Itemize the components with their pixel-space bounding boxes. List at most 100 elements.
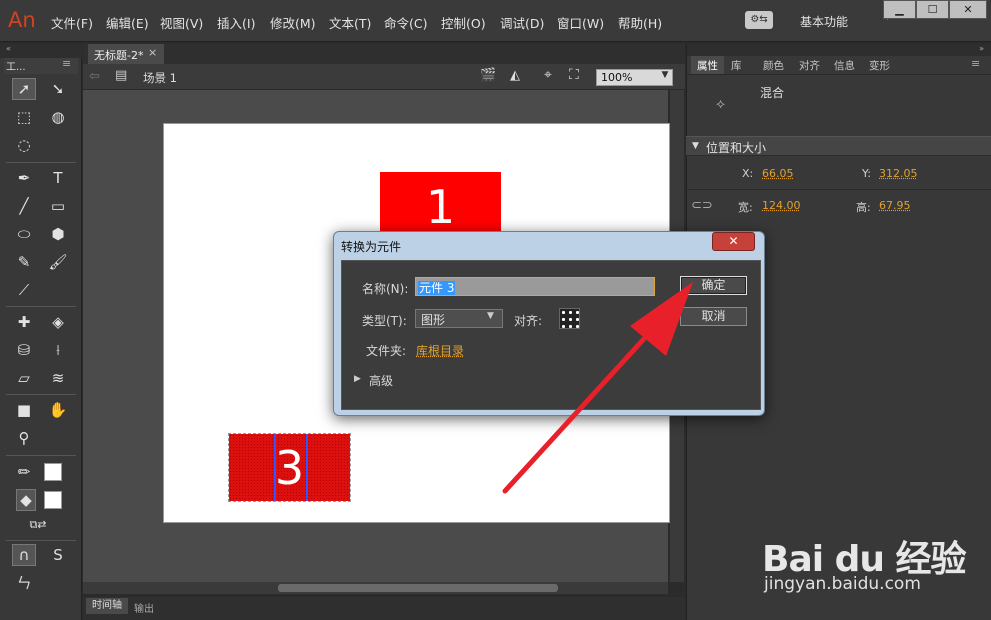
camera-tool-icon[interactable]: ■ — [12, 399, 36, 421]
brush-tool-icon[interactable]: 🖌 — [46, 251, 70, 273]
line-tool-icon[interactable]: ╱ — [12, 195, 36, 217]
menu-commands[interactable]: 命令(C) — [384, 13, 427, 32]
smooth-icon[interactable]: S — [46, 544, 70, 566]
clip-stage-icon[interactable]: ⛶ — [569, 67, 579, 83]
menu-insert[interactable]: 插入(I) — [217, 13, 255, 32]
position-size-title: 位置和大小 — [706, 141, 767, 155]
document-tab-bar — [83, 44, 685, 64]
link-icon[interactable]: ⊂⊃ — [691, 198, 713, 213]
registration-grid-icon[interactable] — [559, 308, 580, 329]
cancel-button[interactable]: 取消 — [680, 307, 747, 326]
eraser-tool-icon[interactable]: ▱ — [12, 367, 36, 389]
scrollbar-thumb[interactable] — [278, 584, 558, 592]
menu-edit[interactable]: 编辑(E) — [106, 13, 149, 32]
hand-tool-icon[interactable]: ✋ — [46, 399, 70, 421]
selection-tool-icon[interactable]: ➚ — [12, 78, 36, 100]
advanced-toggle[interactable]: 高级 — [369, 372, 393, 389]
tab-align[interactable]: 对齐 — [793, 56, 826, 74]
menu-text[interactable]: 文本(T) — [329, 13, 371, 32]
ink-bottle-tool-icon[interactable]: ⛁ — [12, 339, 36, 361]
polystar-tool-icon[interactable]: ⬢ — [46, 223, 70, 245]
chevron-down-icon[interactable]: ▼ — [487, 311, 494, 321]
panel-menu-icon[interactable]: ≡ — [971, 57, 980, 70]
pencil-tool-icon[interactable]: ✎ — [12, 251, 36, 273]
edit-scene-icon[interactable]: 🎬 — [480, 68, 496, 83]
menu-window[interactable]: 窗口(W) — [557, 13, 604, 32]
sync-settings-icon[interactable]: ⚙⇆ — [745, 11, 773, 29]
tool-divider — [6, 394, 76, 395]
tab-properties[interactable]: 属性 — [691, 56, 724, 74]
name-label: 名称(N): — [362, 282, 409, 296]
scene-name[interactable]: 场景 1 — [143, 70, 177, 86]
menu-view[interactable]: 视图(V) — [160, 13, 203, 32]
x-label: X: — [742, 167, 754, 180]
menu-debug[interactable]: 调试(D) — [500, 13, 544, 32]
panel-menu-icon[interactable]: ≡ — [62, 57, 71, 70]
tab-output[interactable]: 输出 — [134, 600, 154, 615]
ok-button[interactable]: 确定 — [680, 276, 747, 295]
back-arrow-icon[interactable]: ⇦ — [89, 69, 100, 84]
collapse-triangle-icon[interactable]: ▼ — [692, 141, 699, 151]
close-tab-icon[interactable]: × — [148, 46, 157, 59]
eyedropper-tool-icon[interactable]: ⟊ — [46, 339, 70, 361]
chevron-down-icon[interactable]: ▼ — [658, 70, 672, 85]
3d-rotation-tool-icon[interactable]: ◍ — [46, 106, 70, 128]
maximize-button[interactable]: ☐ — [916, 0, 949, 19]
tab-divider — [687, 74, 991, 75]
close-window-button[interactable]: ✕ — [949, 0, 987, 19]
panel-expand-icon[interactable]: » — [687, 44, 991, 56]
menu-file[interactable]: 文件(F) — [51, 13, 93, 32]
tool-divider — [6, 306, 76, 307]
swap-colors-icon[interactable]: ⧉⇄ — [26, 514, 50, 536]
center-stage-icon[interactable]: ⌖ — [544, 67, 552, 83]
lasso-tool-icon[interactable]: ◌ — [12, 134, 36, 156]
tab-info[interactable]: 信息 — [828, 56, 861, 74]
selection-handles — [274, 434, 308, 501]
tab-timeline[interactable]: 时间轴 — [86, 598, 128, 614]
y-value[interactable]: 312.05 — [879, 167, 918, 180]
height-label: 高: — [856, 201, 871, 214]
scene-icon: ▤ — [115, 68, 128, 83]
pen-tool-icon[interactable]: ✒ — [12, 167, 36, 189]
tab-color[interactable]: 颜色 — [757, 56, 790, 74]
type-label: 类型(T): — [362, 314, 407, 328]
bone-tool-icon[interactable]: ✚ — [12, 311, 36, 333]
zoom-tool-icon[interactable]: ⚲ — [12, 427, 36, 449]
rectangle-tool-icon[interactable]: ▭ — [46, 195, 70, 217]
menu-control[interactable]: 控制(O) — [441, 13, 486, 32]
folder-link[interactable]: 库根目录 — [416, 342, 464, 359]
subselection-tool-icon[interactable]: ➘ — [46, 78, 70, 100]
fill-color-swatch[interactable] — [44, 491, 62, 509]
height-value[interactable]: 67.95 — [879, 199, 911, 212]
oval-tool-icon[interactable]: ⬭ — [12, 223, 36, 245]
paint-bucket-tool-icon[interactable]: ◈ — [46, 311, 70, 333]
dialog-close-button[interactable]: ✕ — [712, 232, 755, 251]
width-label: 宽: — [738, 201, 753, 214]
dialog-title: 转换为元件 — [341, 240, 402, 254]
tab-library[interactable]: 库 — [725, 56, 748, 74]
stroke-color-icon[interactable]: ✏ — [12, 461, 36, 483]
tab-transform[interactable]: 变形 — [863, 56, 896, 74]
snap-magnet-icon[interactable]: ∩ — [12, 544, 36, 566]
x-value[interactable]: 66.05 — [762, 167, 794, 180]
free-transform-tool-icon[interactable]: ⬚ — [12, 106, 36, 128]
edit-symbol-icon[interactable]: ◭ — [510, 68, 520, 83]
fill-color-icon[interactable]: ◆ — [16, 489, 36, 511]
menu-help[interactable]: 帮助(H) — [618, 13, 662, 32]
stroke-color-swatch[interactable] — [44, 463, 62, 481]
bottom-tab-bar — [83, 597, 685, 620]
y-label: Y: — [862, 167, 871, 180]
paint-brush-tool-icon[interactable]: ⟋ — [12, 279, 36, 301]
symbol-name-input[interactable]: 元件 3 — [415, 277, 655, 296]
menu-modify[interactable]: 修改(M) — [270, 13, 316, 32]
width-value[interactable]: 124.00 — [762, 199, 801, 212]
text-tool-icon[interactable]: T — [46, 167, 70, 189]
width-tool-icon[interactable]: ≋ — [46, 367, 70, 389]
align-label: 对齐: — [514, 314, 543, 328]
red-rectangle-1[interactable]: 1 — [380, 172, 501, 240]
workspace-switcher[interactable]: 基本功能 — [800, 13, 848, 30]
panel-collapse-icon[interactable]: « — [0, 44, 82, 58]
straighten-icon[interactable]: ㄣ — [12, 572, 36, 594]
minimize-button[interactable]: ▁ — [883, 0, 916, 19]
expand-triangle-icon[interactable]: ▶ — [354, 374, 361, 384]
